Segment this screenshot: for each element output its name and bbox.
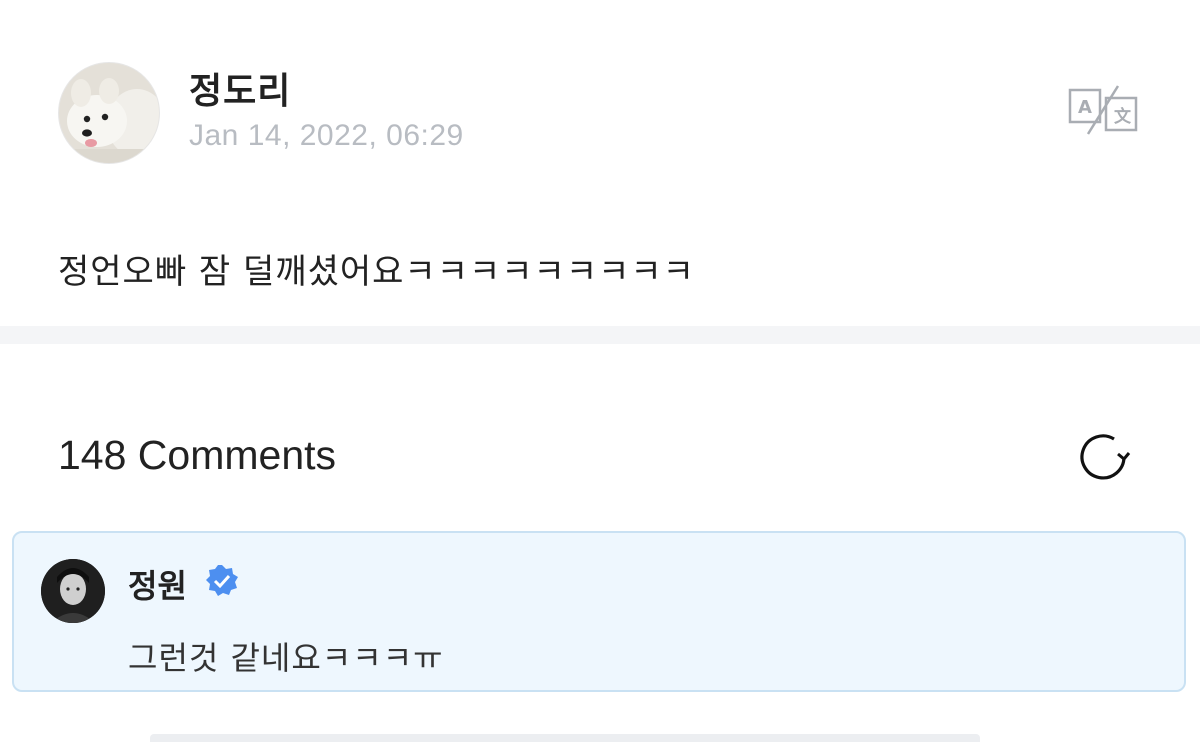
author-name[interactable]: 정도리 xyxy=(189,62,291,114)
refresh-icon xyxy=(1080,434,1131,480)
post-header: 정도리 Jan 14, 2022, 06:29 A 文 xyxy=(0,0,1200,200)
post-date: Jan 14, 2022, 06:29 xyxy=(189,119,464,152)
comments-count: 148 Comments xyxy=(58,432,337,478)
commenter-avatar[interactable] xyxy=(41,559,105,623)
translate-button[interactable]: A 文 xyxy=(1066,84,1140,136)
commenter-name[interactable]: 정원 xyxy=(128,561,187,607)
refresh-button[interactable] xyxy=(1074,428,1132,486)
svg-text:A: A xyxy=(1078,97,1092,118)
author-avatar[interactable] xyxy=(58,62,160,164)
translate-icon: A 文 xyxy=(1068,85,1138,135)
verified-badge-icon xyxy=(204,563,240,599)
next-comment-edge xyxy=(150,734,980,742)
person-avatar-image xyxy=(41,559,105,623)
section-divider xyxy=(0,326,1200,344)
dog-avatar-image xyxy=(59,63,159,163)
comment-text: 그런것 같네요ㅋㅋㅋㅠ xyxy=(128,639,444,677)
svg-text:文: 文 xyxy=(1114,106,1132,127)
comment-card: 정원 그런것 같네요ㅋㅋㅋㅠ xyxy=(12,531,1186,692)
post-body: 정언오빠 잠 덜깨셨어요ㅋㅋㅋㅋㅋㅋㅋㅋㅋ xyxy=(58,252,695,292)
